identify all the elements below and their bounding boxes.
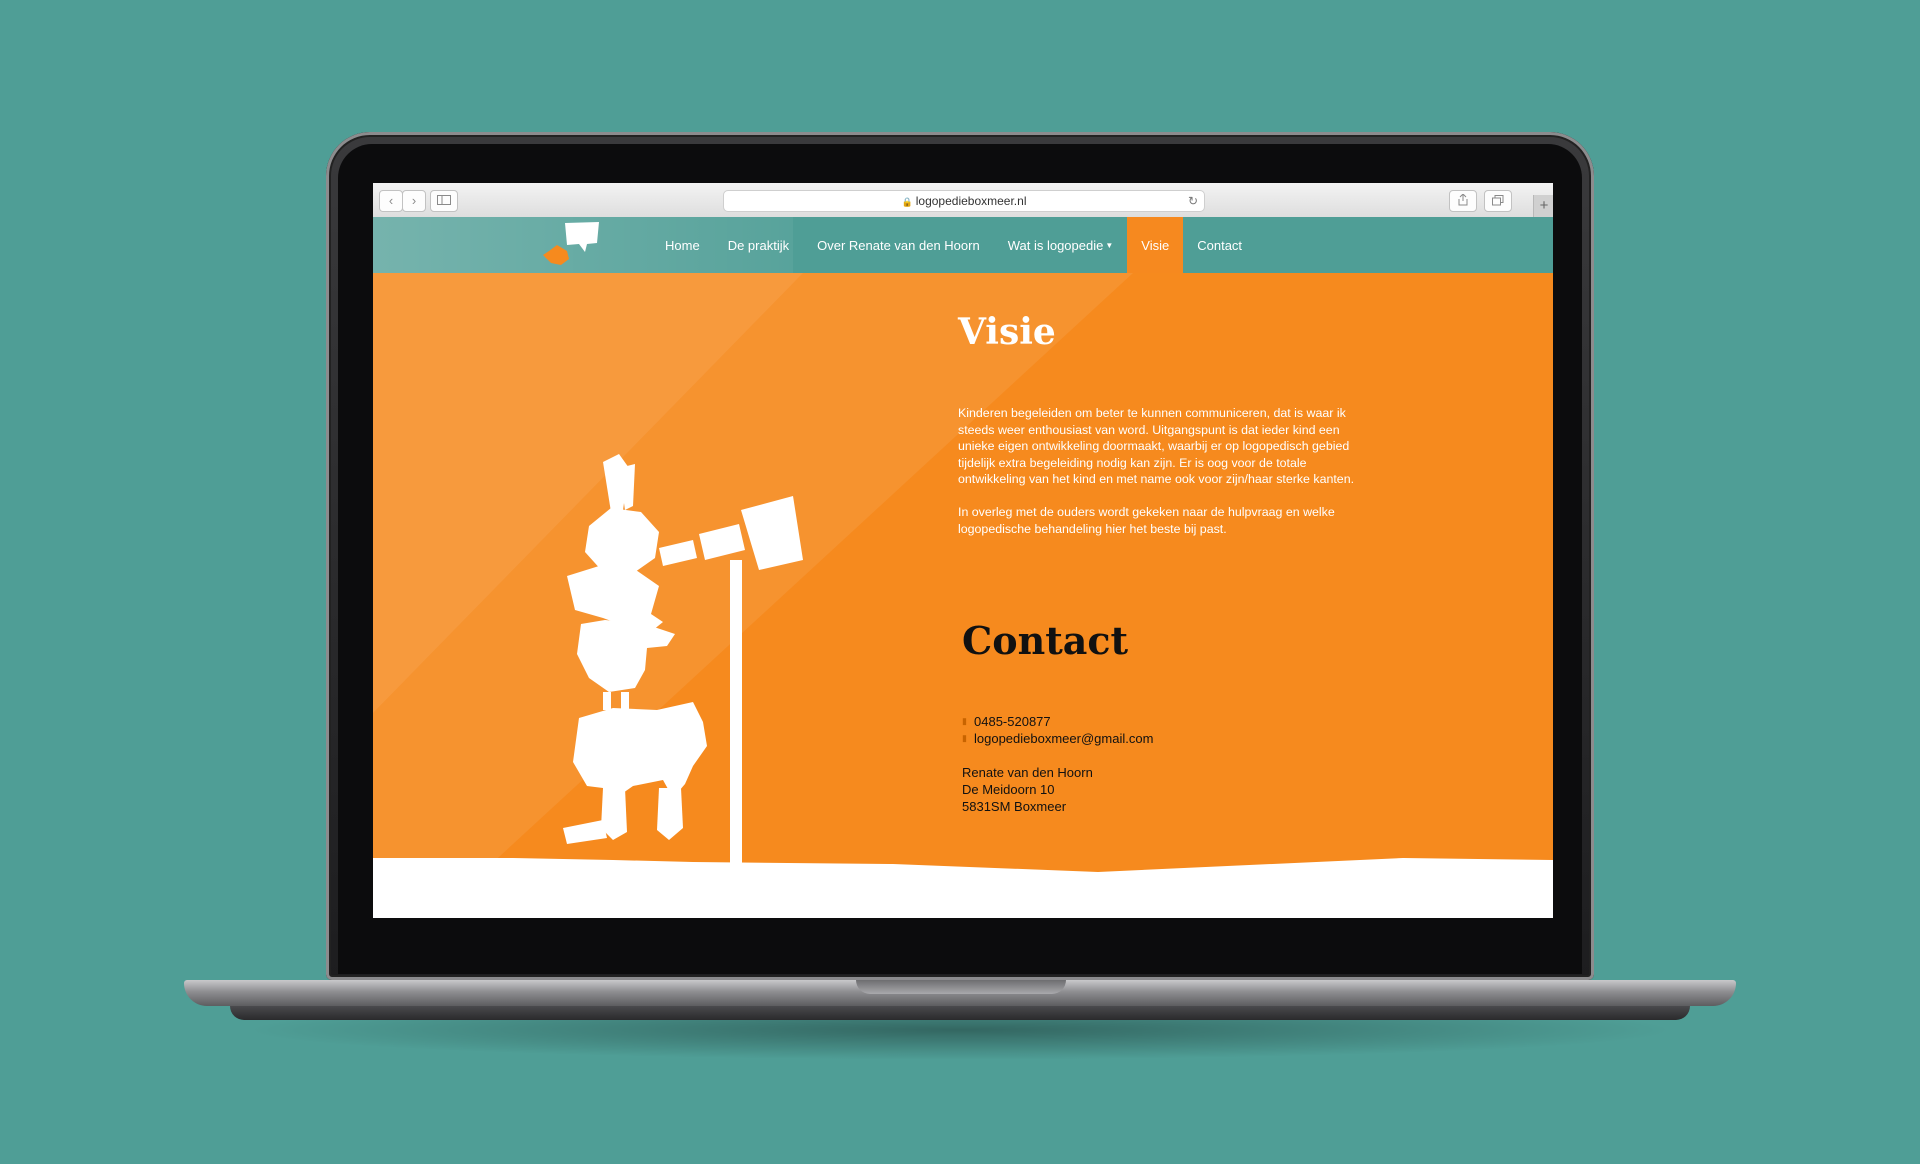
menu-item-visie[interactable]: Visie xyxy=(1127,217,1184,273)
visie-paragraph: In overleg met de ouders wordt gekeken n… xyxy=(958,504,1335,536)
reload-icon[interactable]: ↻ xyxy=(1188,191,1198,211)
email-address: logopedieboxmeer@gmail.com xyxy=(974,731,1154,746)
email-icon: ▮ xyxy=(962,733,967,743)
browser-toolbar: ‹ › 🔒 logopedieboxmeer.nl ↻ + xyxy=(373,183,1553,218)
address-street: De Meidoorn 10 xyxy=(962,782,1055,797)
url-text: logopedieboxmeer.nl xyxy=(915,194,1027,208)
visie-paragraph: Kinderen begeleiden om beter te kunnen c… xyxy=(958,406,1355,487)
menu-item-de-praktijk[interactable]: De praktijk xyxy=(714,217,803,273)
contact-email[interactable]: ▮ logopedieboxmeer@gmail.com xyxy=(962,730,1153,747)
address-name: Renate van den Hoorn xyxy=(962,765,1093,780)
contact-title: Contact xyxy=(962,618,1129,663)
contact-phone[interactable]: ▮ 0485-520877 xyxy=(962,713,1153,730)
menu-item-home[interactable]: Home xyxy=(651,217,714,273)
page-title: Visie xyxy=(958,311,1056,353)
laptop-screen: ‹ › 🔒 logopedieboxmeer.nl ↻ + Home De pra… xyxy=(373,183,1553,918)
laptop-base-shadow xyxy=(230,1006,1690,1020)
menu-item-label: Over Renate van den Hoorn xyxy=(817,237,980,253)
hero-section: Visie Kinderen begeleiden om beter te ku… xyxy=(373,273,1553,918)
caret-down-icon: ▼ xyxy=(1105,240,1114,250)
visie-text: Kinderen begeleiden om beter te kunnen c… xyxy=(958,405,1368,553)
menu-item-contact[interactable]: Contact xyxy=(1183,217,1256,273)
menu-item-label: De praktijk xyxy=(727,237,790,253)
menu-item-label: Wat is logopedie xyxy=(1007,237,1104,253)
address-block: Renate van den Hoorn De Meidoorn 10 5831… xyxy=(962,764,1093,815)
animal-stack-telescope-illustration xyxy=(563,454,803,866)
screen-glare xyxy=(373,273,1133,918)
phone-number: 0485-520877 xyxy=(974,714,1051,729)
menu-item-label: Visie xyxy=(1141,237,1170,253)
phone-icon: ▮ xyxy=(962,716,967,726)
ground-shape xyxy=(373,858,1553,918)
contact-details: ▮ 0485-520877 ▮ logopedieboxmeer@gmail.c… xyxy=(962,713,1153,747)
site-header: Home De praktijk Over Renate van den Hoo… xyxy=(373,217,1553,273)
menu-item-label: Home xyxy=(665,237,700,253)
menu-item-label: Contact xyxy=(1197,237,1243,253)
chevron-left-icon[interactable]: ‹ xyxy=(379,190,403,212)
chevron-right-icon[interactable]: › xyxy=(402,190,426,212)
lock-icon: 🔒 xyxy=(901,197,913,207)
sidebar-icon[interactable] xyxy=(430,190,458,212)
address-city: 5831SM Boxmeer xyxy=(962,799,1067,814)
menu-item-over-renate[interactable]: Over Renate van den Hoorn xyxy=(803,217,994,273)
laptop-notch xyxy=(856,980,1066,994)
main-menu: Home De praktijk Over Renate van den Hoo… xyxy=(651,217,1256,273)
plus-icon[interactable]: + xyxy=(1533,195,1553,217)
tabs-icon[interactable] xyxy=(1484,190,1512,212)
address-bar[interactable]: 🔒 logopedieboxmeer.nl ↻ xyxy=(723,190,1205,212)
share-icon[interactable] xyxy=(1449,190,1477,212)
menu-item-wat-is-logopedie[interactable]: Wat is logopedie ▼ xyxy=(994,217,1128,273)
speech-bubble-bird-logo[interactable] xyxy=(541,221,603,269)
